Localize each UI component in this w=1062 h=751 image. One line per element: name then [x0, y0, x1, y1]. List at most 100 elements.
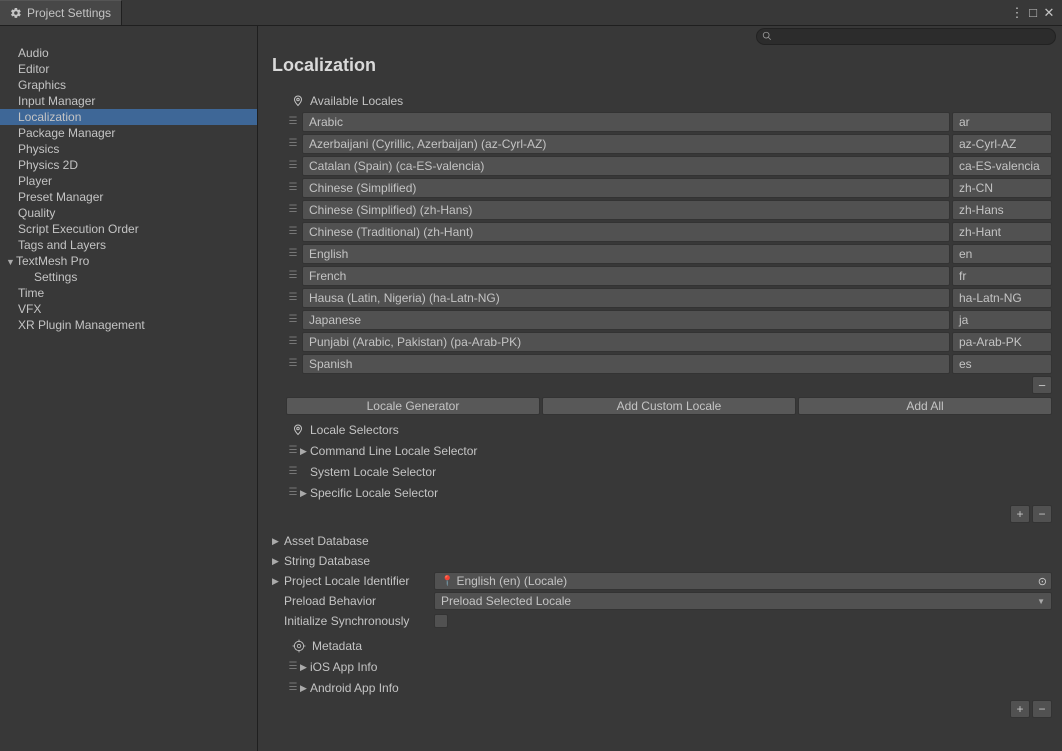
expand-icon[interactable]: ▶	[272, 536, 284, 547]
sidebar-item-label: Player	[18, 174, 52, 188]
sidebar-item-label: Package Manager	[18, 126, 115, 140]
drag-handle-icon[interactable]: ☰	[286, 488, 300, 498]
drag-handle-icon[interactable]: ☰	[286, 183, 300, 193]
locale-name-field[interactable]: Hausa (Latin, Nigeria) (ha-Latn-NG)	[302, 288, 950, 308]
asset-database-row[interactable]: ▶ Asset Database	[272, 531, 1052, 551]
expand-icon[interactable]: ▶	[300, 683, 310, 694]
selector-row: ☰▶Specific Locale Selector	[286, 483, 1052, 503]
locale-name-field[interactable]: Punjabi (Arabic, Pakistan) (pa-Arab-PK)	[302, 332, 950, 352]
locale-row: ☰Arabicar	[286, 112, 1052, 132]
drag-handle-icon[interactable]: ☰	[286, 359, 300, 369]
sidebar-item-label: XR Plugin Management	[18, 318, 145, 332]
locale-code-field[interactable]: zh-Hans	[952, 200, 1052, 220]
locale-row: ☰Frenchfr	[286, 266, 1052, 286]
sidebar-item-tags-and-layers[interactable]: Tags and Layers	[0, 237, 257, 253]
sidebar-item-textmesh-pro[interactable]: ▼TextMesh Pro	[0, 253, 257, 269]
add-metadata-button[interactable]: +	[1010, 700, 1030, 718]
remove-metadata-button[interactable]: −	[1032, 700, 1052, 718]
sidebar-item-input-manager[interactable]: Input Manager	[0, 93, 257, 109]
expand-icon[interactable]: ▶	[300, 662, 310, 673]
drag-handle-icon[interactable]: ☰	[286, 117, 300, 127]
drag-handle-icon[interactable]: ☰	[286, 161, 300, 171]
project-locale-id-field[interactable]: 📍 English (en) (Locale) ⊙	[434, 572, 1052, 590]
drag-handle-icon[interactable]: ☰	[286, 271, 300, 281]
sidebar-item-vfx[interactable]: VFX	[0, 301, 257, 317]
sidebar-item-editor[interactable]: Editor	[0, 61, 257, 77]
drag-handle-icon[interactable]: ☰	[286, 205, 300, 215]
sidebar-item-preset-manager[interactable]: Preset Manager	[0, 189, 257, 205]
locale-code-field[interactable]: pa-Arab-PK	[952, 332, 1052, 352]
sidebar-item-time[interactable]: Time	[0, 285, 257, 301]
drag-handle-icon[interactable]: ☰	[286, 337, 300, 347]
expand-icon[interactable]: ▶	[300, 446, 310, 457]
locale-code-field[interactable]: en	[952, 244, 1052, 264]
sidebar-item-script-execution-order[interactable]: Script Execution Order	[0, 221, 257, 237]
remove-locale-button[interactable]: −	[1032, 376, 1052, 394]
locale-code-field[interactable]: fr	[952, 266, 1052, 286]
preload-behavior-dropdown[interactable]: Preload Selected Locale ▼	[434, 592, 1052, 610]
sidebar-item-label: Editor	[18, 62, 49, 76]
maximize-icon[interactable]: □	[1026, 6, 1040, 19]
drag-handle-icon[interactable]: ☰	[286, 683, 300, 693]
sidebar-item-label: Quality	[18, 206, 55, 220]
add-custom-locale-button[interactable]: Add Custom Locale	[542, 397, 796, 415]
locale-name-field[interactable]: Japanese	[302, 310, 950, 330]
expand-icon[interactable]: ▶	[272, 556, 284, 567]
sidebar-item-package-manager[interactable]: Package Manager	[0, 125, 257, 141]
locale-code-field[interactable]: az-Cyrl-AZ	[952, 134, 1052, 154]
drag-handle-icon[interactable]: ☰	[286, 139, 300, 149]
locale-name-field[interactable]: French	[302, 266, 950, 286]
sidebar-item-settings[interactable]: Settings	[0, 269, 257, 285]
locale-name-field[interactable]: Arabic	[302, 112, 950, 132]
initialize-sync-checkbox[interactable]	[434, 614, 448, 628]
locale-code-field[interactable]: es	[952, 354, 1052, 374]
expand-icon[interactable]: ▶	[272, 576, 284, 587]
locale-name-field[interactable]: Spanish	[302, 354, 950, 374]
locale-name-field[interactable]: English	[302, 244, 950, 264]
sidebar-item-label: Localization	[18, 110, 81, 124]
search-input[interactable]	[756, 28, 1056, 45]
drag-handle-icon[interactable]: ☰	[286, 249, 300, 259]
metadata-label: Android App Info	[310, 681, 399, 695]
close-icon[interactable]: ✕	[1042, 6, 1056, 19]
string-database-row[interactable]: ▶ String Database	[272, 551, 1052, 571]
sidebar-item-player[interactable]: Player	[0, 173, 257, 189]
selector-row: ☰System Locale Selector	[286, 462, 1052, 482]
locale-name-field[interactable]: Chinese (Traditional) (zh-Hant)	[302, 222, 950, 242]
sidebar-item-physics-2d[interactable]: Physics 2D	[0, 157, 257, 173]
expand-icon[interactable]: ▼	[6, 254, 16, 270]
window-tab[interactable]: Project Settings	[0, 0, 122, 25]
locale-code-field[interactable]: ja	[952, 310, 1052, 330]
locale-code-field[interactable]: zh-CN	[952, 178, 1052, 198]
locale-generator-button[interactable]: Locale Generator	[286, 397, 540, 415]
sidebar-item-audio[interactable]: Audio	[0, 45, 257, 61]
remove-selector-button[interactable]: −	[1032, 505, 1052, 523]
drag-handle-icon[interactable]: ☰	[286, 293, 300, 303]
add-selector-button[interactable]: +	[1010, 505, 1030, 523]
locale-row: ☰Japaneseja	[286, 310, 1052, 330]
sidebar-item-localization[interactable]: Localization	[0, 109, 257, 125]
expand-icon[interactable]: ▶	[300, 488, 310, 499]
drag-handle-icon[interactable]: ☰	[286, 446, 300, 456]
locale-selectors-header: Locale Selectors	[286, 419, 1052, 441]
drag-handle-icon[interactable]: ☰	[286, 467, 300, 477]
add-all-button[interactable]: Add All	[798, 397, 1052, 415]
locale-name-field[interactable]: Chinese (Simplified)	[302, 178, 950, 198]
object-picker-icon[interactable]: ⊙	[1038, 575, 1047, 588]
drag-handle-icon[interactable]: ☰	[286, 315, 300, 325]
drag-handle-icon[interactable]: ☰	[286, 662, 300, 672]
locale-code-field[interactable]: zh-Hant	[952, 222, 1052, 242]
locale-code-field[interactable]: ar	[952, 112, 1052, 132]
sidebar-item-xr-plugin-management[interactable]: XR Plugin Management	[0, 317, 257, 333]
sidebar-item-label: TextMesh Pro	[16, 254, 89, 268]
locale-name-field[interactable]: Azerbaijani (Cyrillic, Azerbaijan) (az-C…	[302, 134, 950, 154]
sidebar-item-physics[interactable]: Physics	[0, 141, 257, 157]
locale-code-field[interactable]: ha-Latn-NG	[952, 288, 1052, 308]
menu-icon[interactable]: ⋮	[1010, 6, 1024, 19]
sidebar-item-graphics[interactable]: Graphics	[0, 77, 257, 93]
sidebar-item-quality[interactable]: Quality	[0, 205, 257, 221]
locale-name-field[interactable]: Catalan (Spain) (ca-ES-valencia)	[302, 156, 950, 176]
locale-code-field[interactable]: ca-ES-valencia	[952, 156, 1052, 176]
drag-handle-icon[interactable]: ☰	[286, 227, 300, 237]
locale-name-field[interactable]: Chinese (Simplified) (zh-Hans)	[302, 200, 950, 220]
